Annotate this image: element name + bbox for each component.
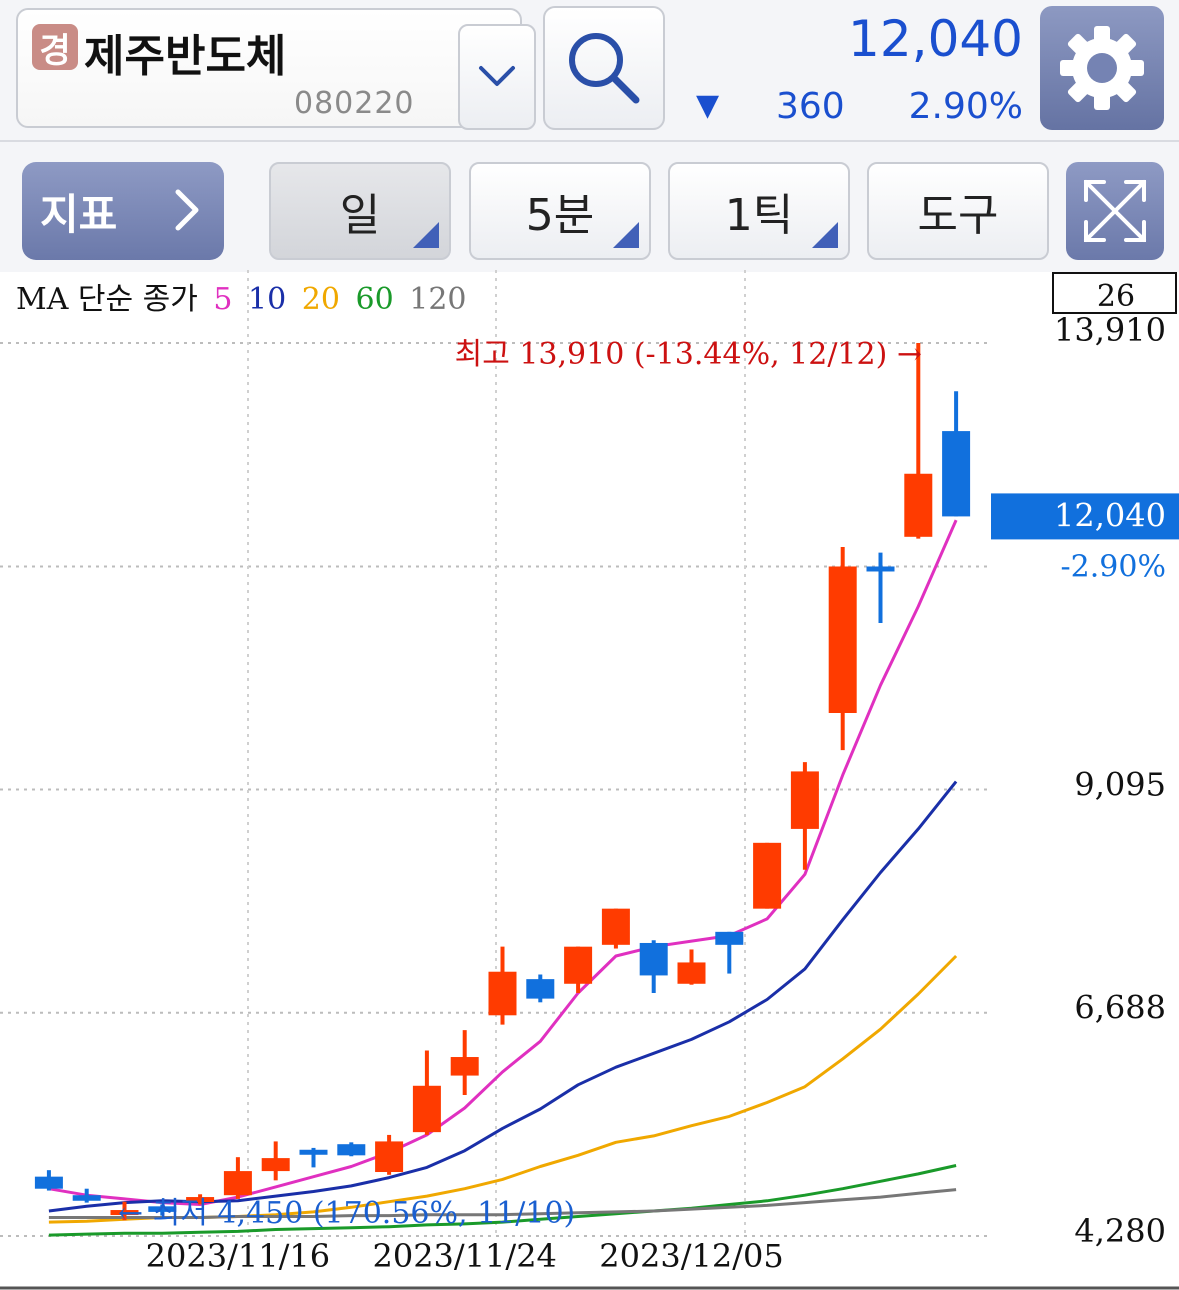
stock-selector[interactable]: 경 제주반도체 080220 <box>16 8 536 130</box>
candlestick-chart[interactable]: 13,910 9,095 6,688 4,280 26 12,040 -2.90% 최고 13… <box>0 270 1179 1290</box>
chevron-down-icon <box>479 66 515 86</box>
current-change-percent-label: -2.90% <box>1061 549 1166 584</box>
candle-body <box>677 962 706 984</box>
candle-body <box>601 908 630 945</box>
candle-body <box>639 942 668 976</box>
tab-5min-label: 5분 <box>525 190 595 241</box>
tools-label: 도구 <box>917 190 999 241</box>
candle-body <box>526 979 555 999</box>
candle-body <box>715 931 744 945</box>
price-chart[interactable]: MA 단순 종가 5 10 20 60 120 13,910 9,095 6,688… <box>0 270 1179 1290</box>
gear-icon <box>1060 26 1144 110</box>
expand-icon <box>1084 180 1146 242</box>
stock-code: 080220 <box>294 86 415 121</box>
tools-button[interactable]: 도구 <box>867 162 1049 260</box>
candle-body <box>261 1158 290 1172</box>
candle-body <box>337 1144 366 1156</box>
candle-body <box>223 1171 252 1196</box>
tab-1tick-label: 1틱 <box>724 190 794 241</box>
search-button[interactable] <box>543 6 665 130</box>
chart-toolbar: 지표 일 5분 1틱 도구 <box>0 140 1179 272</box>
candle-body <box>450 1057 479 1076</box>
low-price-annotation: ← 최저 4,450 (170.56%, 11/10) <box>118 1196 575 1231</box>
dropdown-corner-icon <box>613 222 639 248</box>
y-axis-tick-label: 4,280 <box>1074 1212 1166 1250</box>
candle-body <box>904 473 933 537</box>
candle-body <box>299 1149 328 1155</box>
settings-button[interactable] <box>1040 6 1164 130</box>
candle-body <box>866 566 895 572</box>
candle-body <box>828 566 857 713</box>
price-change-percent: 2.90% <box>908 86 1023 127</box>
y-axis-tick-label: 13,910 <box>1054 311 1166 349</box>
down-arrow-icon: ▼ <box>696 88 720 123</box>
tab-daily[interactable]: 일 <box>269 162 451 260</box>
stock-name: 제주반도체 <box>84 31 287 82</box>
candle-body <box>488 971 517 1016</box>
stock-header: 경 제주반도체 080220 12,040 ▼ 360 2.90% <box>0 0 1179 140</box>
candle-body <box>942 431 971 517</box>
count-box-label: 26 <box>1097 279 1135 314</box>
x-axis-tick-label: 2023/11/24 <box>372 1237 556 1275</box>
indicator-button[interactable]: 지표 <box>22 162 224 260</box>
current-price: 12,040 <box>848 10 1023 68</box>
x-axis-tick-label: 2023/11/16 <box>146 1237 330 1275</box>
chevron-right-icon <box>175 189 199 231</box>
dropdown-corner-icon <box>413 222 439 248</box>
dropdown-corner-icon <box>812 222 838 248</box>
tab-1tick[interactable]: 1틱 <box>668 162 850 260</box>
candle-body <box>753 842 782 909</box>
y-axis-tick-label: 6,688 <box>1074 989 1166 1027</box>
search-icon <box>569 33 640 104</box>
candle-body <box>72 1195 101 1201</box>
stock-dropdown-button[interactable] <box>458 24 536 130</box>
y-axis-tick-label: 9,095 <box>1074 766 1166 804</box>
candle-body <box>412 1085 441 1133</box>
ma-line-5 <box>48 519 958 1206</box>
indicator-label: 지표 <box>40 189 118 239</box>
candle-body <box>564 946 593 984</box>
candle-body <box>375 1141 404 1173</box>
x-axis-tick-label: 2023/12/05 <box>599 1237 783 1275</box>
price-change: 360 <box>776 86 845 127</box>
current-price-marker-label: 12,040 <box>1054 496 1166 534</box>
market-badge: 경 <box>32 24 78 71</box>
candle-body <box>790 771 819 829</box>
fullscreen-button[interactable] <box>1066 162 1164 260</box>
tab-daily-label: 일 <box>339 190 381 241</box>
candle-body <box>34 1176 63 1189</box>
high-price-annotation: 최고 13,910 (-13.44%, 12/12) → <box>455 337 922 372</box>
tab-5min[interactable]: 5분 <box>469 162 651 260</box>
